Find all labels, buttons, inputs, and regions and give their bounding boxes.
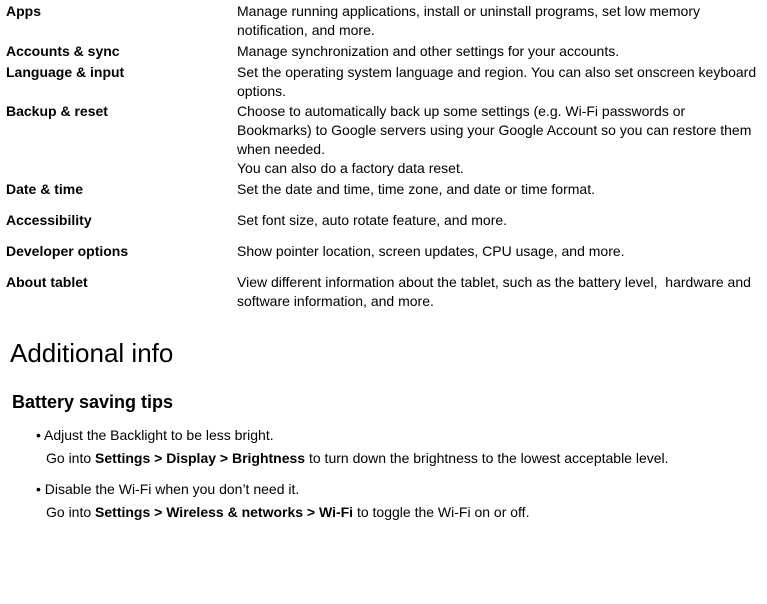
setting-description-line: Choose to automatically back up some set… xyxy=(237,102,761,159)
setting-term: Accessibility xyxy=(6,211,237,230)
setting-description-line: Manage running applications, install or … xyxy=(237,2,761,40)
battery-tip-heading: • Adjust the Backlight to be less bright… xyxy=(36,426,761,445)
heading-battery-tips: Battery saving tips xyxy=(12,390,761,414)
setting-row: AppsManage running applications, install… xyxy=(6,2,761,40)
setting-description: Set the date and time, time zone, and da… xyxy=(237,180,761,199)
setting-description-line: Manage synchronization and other setting… xyxy=(237,42,761,61)
battery-tip-body-path: Settings > Display > Brightness xyxy=(95,450,305,466)
setting-description-line: Set the operating system language and re… xyxy=(237,63,761,101)
setting-term: Backup & reset xyxy=(6,102,237,121)
setting-description-line: Set font size, auto rotate feature, and … xyxy=(237,211,761,230)
battery-tip-heading-text: Disable the Wi-Fi when you don’t need it… xyxy=(41,481,299,497)
battery-tip: • Adjust the Backlight to be less bright… xyxy=(36,426,761,468)
setting-description-line: Set the date and time, time zone, and da… xyxy=(237,180,761,199)
setting-term: About tablet xyxy=(6,273,237,292)
battery-tip-body: Go into Settings > Wireless & networks >… xyxy=(46,503,761,522)
setting-description: Set the operating system language and re… xyxy=(237,63,761,101)
setting-row: AccessibilitySet font size, auto rotate … xyxy=(6,211,761,230)
setting-term: Language & input xyxy=(6,63,237,82)
setting-row: Language & inputSet the operating system… xyxy=(6,63,761,101)
heading-additional-info: Additional info xyxy=(10,336,761,371)
battery-tip-body-path: Settings > Wireless & networks > Wi-Fi xyxy=(95,504,353,520)
setting-description-line: Show pointer location, screen updates, C… xyxy=(237,242,761,261)
setting-term: Date & time xyxy=(6,180,237,199)
setting-description: Choose to automatically back up some set… xyxy=(237,102,761,178)
setting-row: Developer optionsShow pointer location, … xyxy=(6,242,761,261)
setting-term: Developer options xyxy=(6,242,237,261)
setting-row: Date & timeSet the date and time, time z… xyxy=(6,180,761,199)
battery-tip-body-post: to turn down the brightness to the lowes… xyxy=(305,450,668,466)
battery-tip-body-pre: Go into xyxy=(46,450,95,466)
setting-description-line: View different information about the tab… xyxy=(237,273,761,311)
setting-description: Set font size, auto rotate feature, and … xyxy=(237,211,761,230)
setting-description: Manage running applications, install or … xyxy=(237,2,761,40)
battery-tip-heading: • Disable the Wi-Fi when you don’t need … xyxy=(36,480,761,499)
battery-tip-body: Go into Settings > Display > Brightness … xyxy=(46,449,761,468)
setting-term: Accounts & sync xyxy=(6,42,237,61)
setting-term: Apps xyxy=(6,2,237,21)
settings-definitions: AppsManage running applications, install… xyxy=(6,2,761,310)
setting-description: View different information about the tab… xyxy=(237,273,761,311)
setting-description: Show pointer location, screen updates, C… xyxy=(237,242,761,261)
battery-tip: • Disable the Wi-Fi when you don’t need … xyxy=(36,480,761,522)
battery-tip-body-post: to toggle the Wi-Fi on or off. xyxy=(353,504,529,520)
page-content: { "settings": [ { "term": "Apps", "desc"… xyxy=(0,2,767,604)
setting-row: Accounts & syncManage synchronization an… xyxy=(6,42,761,61)
setting-description: Manage synchronization and other setting… xyxy=(237,42,761,61)
battery-tips-list: • Adjust the Backlight to be less bright… xyxy=(36,426,761,522)
battery-tip-body-pre: Go into xyxy=(46,504,95,520)
setting-row: Backup & resetChoose to automatically ba… xyxy=(6,102,761,178)
setting-description-line: You can also do a factory data reset. xyxy=(237,159,761,178)
setting-row: About tabletView different information a… xyxy=(6,273,761,311)
battery-tip-heading-text: Adjust the Backlight to be less bright. xyxy=(41,427,274,443)
